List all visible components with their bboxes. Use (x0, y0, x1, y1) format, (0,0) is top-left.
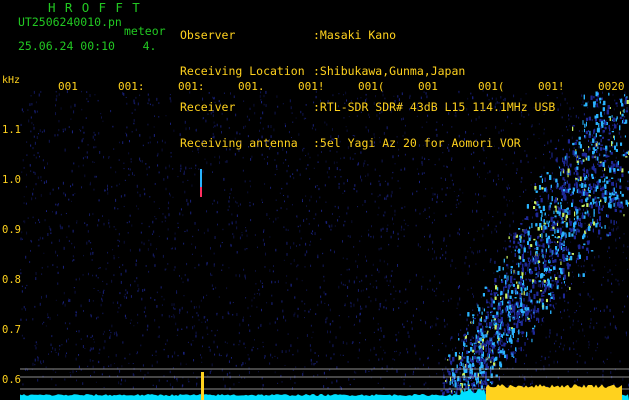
meteor-echo-peak (200, 187, 202, 197)
meteor-level-spike (201, 372, 204, 400)
signal-level-high (486, 384, 622, 400)
spectrogram (20, 90, 629, 400)
noise-floor (20, 90, 629, 391)
signal-sweep (440, 91, 629, 400)
